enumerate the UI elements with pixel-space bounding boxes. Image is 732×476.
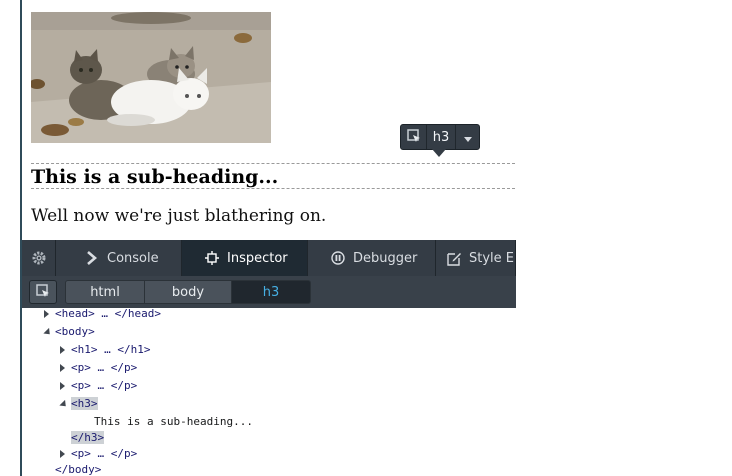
tab-style-editor-label: Style E (469, 250, 514, 266)
infobar-pointer (432, 149, 446, 157)
expand-arrow-icon[interactable] (44, 310, 49, 318)
expand-arrow-icon[interactable] (60, 364, 65, 372)
expand-arrow-icon[interactable] (60, 346, 65, 354)
tree-node-body-close[interactable]: </body> (55, 462, 101, 476)
collapse-arrow-icon[interactable] (43, 327, 53, 338)
gear-icon (31, 250, 47, 266)
tab-console[interactable]: Console (56, 240, 182, 276)
highlighter-infobar: h3 (400, 124, 480, 150)
tab-style-editor[interactable]: Style E (436, 240, 516, 276)
breadcrumb-h3[interactable]: h3 (231, 280, 311, 304)
breadcrumb-html[interactable]: html (65, 280, 145, 304)
markup-tree: <head> … </head> <body> <h1> … </h1> <p>… (22, 308, 516, 476)
collapse-arrow-icon[interactable] (59, 399, 69, 410)
tree-node-p[interactable]: <p> … </p> (60, 378, 137, 394)
inspector-icon (204, 250, 220, 266)
tree-node-p[interactable]: <p> … </p> (60, 446, 137, 462)
breadcrumb-body[interactable]: body (144, 280, 232, 304)
tree-node-head[interactable]: <head> … </head> (44, 308, 161, 322)
tree-node-h1[interactable]: <h1> … </h1> (60, 342, 150, 358)
infobar-tag-name: h3 (432, 129, 450, 145)
chevron-right-icon (84, 250, 100, 266)
tree-node-p[interactable]: <p> … </p> (60, 360, 137, 376)
pause-circle-icon (330, 250, 346, 266)
tree-text-node[interactable]: This is a sub-heading... (94, 414, 253, 430)
tab-options[interactable] (22, 240, 56, 276)
tree-node-h3-close[interactable]: </h3> (71, 430, 105, 446)
expand-arrow-icon[interactable] (60, 450, 65, 458)
tab-inspector-label: Inspector (227, 250, 288, 266)
infobar-select-element-button[interactable] (401, 125, 427, 149)
select-element-button[interactable] (29, 280, 57, 304)
tab-debugger-label: Debugger (353, 250, 418, 266)
page-paragraph: Well now we're just blathering on. (31, 206, 327, 226)
page-sub-heading: This is a sub-heading... (31, 163, 515, 189)
chevron-down-icon (463, 128, 472, 147)
devtools-panel: Console Inspector Debugger Style E html … (22, 240, 516, 308)
tab-inspector[interactable]: Inspector (182, 240, 308, 276)
breadcrumb: html body h3 (22, 276, 516, 308)
tab-console-label: Console (107, 250, 159, 266)
tree-node-h3-selected[interactable]: <h3> (59, 396, 98, 412)
kittens-image (31, 12, 271, 143)
infobar-menu-button[interactable] (455, 125, 479, 149)
edit-icon (446, 250, 462, 266)
tab-debugger[interactable]: Debugger (308, 240, 436, 276)
devtools-tabbar: Console Inspector Debugger Style E (22, 240, 516, 276)
pick-element-icon (406, 128, 421, 147)
pick-element-icon (36, 283, 50, 302)
expand-arrow-icon[interactable] (60, 382, 65, 390)
tree-node-body[interactable]: <body> (43, 324, 95, 340)
